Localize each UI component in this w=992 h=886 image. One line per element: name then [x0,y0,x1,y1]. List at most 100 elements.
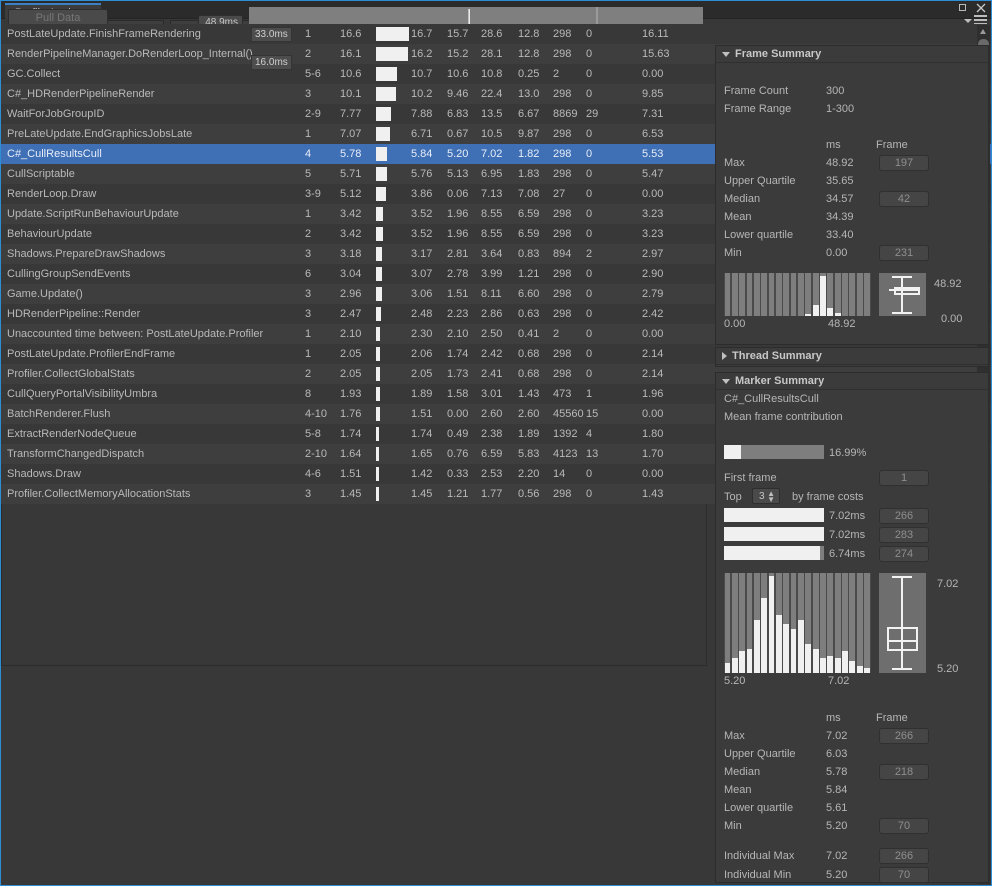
histogram-slot [790,273,797,316]
table-cell-median-bar [374,84,411,104]
table-cell-depth: 4-10 [305,408,328,420]
table-cell-median-bar [374,24,411,44]
table-cell-depth: 5-6 [305,68,321,80]
table-cell-min: 5.20 [447,148,469,160]
table-cell-median: 1.76 [340,408,362,420]
frame-summary-panel: Frame Summary Frame Count 300 Frame Rang… [715,45,989,345]
table-cell-at-median: 3.23 [642,228,664,240]
marker-summary-header[interactable]: Marker Summary [716,373,988,390]
histogram-slot [753,273,760,316]
table-cell-name: BatchRenderer.Flush [7,408,111,420]
table-cell-range: 0.41 [518,328,540,340]
maximize-icon[interactable] [957,2,969,14]
frame-stat-ms-min: 0.00 [826,247,848,259]
table-cell-median: 1.74 [340,428,362,440]
histogram-bar [805,644,812,673]
frame-summary-header[interactable]: Frame Summary [716,46,988,63]
top-frames-count-dropdown[interactable]: 3 ▲ ▼ [752,488,780,504]
table-cell-depth: 6 [305,268,312,280]
histogram-bar [820,658,826,673]
marker-summary-histogram[interactable] [724,573,871,673]
table-cell-at-median: 0.00 [642,408,664,420]
table-cell-depth: 4 [305,148,312,160]
median-bar [376,47,408,61]
table-cell-count: 298 [553,288,572,300]
marker-individual-max-label: Individual Max [724,850,795,862]
marker-stat-frame-min[interactable]: 70 [879,818,929,834]
marker-summary-col-ms: ms [826,712,841,724]
table-cell-min: 0.33 [447,468,469,480]
table-cell-max: 7.02 [481,148,503,160]
chevron-down-icon [964,19,972,23]
table-cell-at-median: 2.97 [642,248,664,260]
table-cell-median: 2.10 [340,328,362,340]
table-cell-count-mean: 0 [586,268,593,280]
top-frame-bar-2 [724,546,820,560]
table-cell-median-bar [374,244,411,264]
table-cell-min: 2.78 [447,268,469,280]
marker-stat-frame-median[interactable]: 218 [879,764,929,780]
chevron-right-icon [722,352,727,361]
table-cell-at-median: 5.53 [642,148,664,160]
table-cell-at-median: 2.90 [642,268,664,280]
marker-stat-ms-median: 5.78 [826,766,848,778]
frame-stat-frame-max[interactable]: 197 [879,155,929,171]
table-cell-range: 1.43 [518,388,540,400]
table-cell-count: 298 [553,28,572,40]
frame-stat-frame-median[interactable]: 42 [879,191,929,207]
table-cell-median: 1.93 [340,388,362,400]
median-bar [376,107,391,121]
frame-summary-histogram[interactable] [724,273,871,316]
table-cell-min: 0.06 [447,188,469,200]
table-cell-min: 1.21 [447,488,469,500]
table-cell-median: 2.05 [340,368,362,380]
table-cell-median-bar [374,344,411,364]
table-cell-count: 1392 [553,428,578,440]
marker-individual-max-frame[interactable]: 266 [879,848,929,864]
histogram-slot [864,573,870,673]
marker-stat-frame-max[interactable]: 266 [879,728,929,744]
table-cell-range: 1.21 [518,268,540,280]
close-icon[interactable] [975,2,987,14]
table-cell-range: 7.08 [518,188,540,200]
table-cell-median: 3.04 [340,268,362,280]
histogram-bar [798,620,804,673]
marker-individual-min-frame[interactable]: 70 [879,867,929,883]
table-cell-count-mean: 13 [586,448,599,460]
table-cell-min: 9.46 [447,88,469,100]
histogram-bar [864,668,870,673]
table-row[interactable]: PostLateUpdate.FinishFrameRendering 1 16.6… [1,24,991,44]
top-frame-number-1[interactable]: 283 [879,527,929,543]
table-cell-depth: 2-9 [305,108,321,120]
table-cell-at-median: 0.00 [642,468,664,480]
first-frame-value[interactable]: 1 [879,470,929,486]
table-cell-max: 22.4 [481,88,503,100]
histogram-slot [864,273,870,316]
table-cell-range: 1.82 [518,148,540,160]
table-cell-min: 0.67 [447,128,469,140]
scroll-up-arrow-icon[interactable] [980,29,986,34]
frame-stat-label-min: Min [724,247,742,259]
top-frame-number-2[interactable]: 274 [879,546,929,562]
table-cell-median: 1.51 [340,468,362,480]
table-cell-mean: 6.71 [411,128,433,140]
table-cell-depth: 8 [305,388,312,400]
frame-stat-ms-median: 34.57 [826,193,854,205]
table-cell-median-bar [374,104,411,124]
histogram-bar [849,661,856,673]
table-cell-count: 298 [553,128,572,140]
table-cell-median-bar [374,44,411,64]
table-cell-mean: 3.52 [411,208,433,220]
table-cell-count: 8869 [553,108,578,120]
thread-summary-header[interactable]: Thread Summary [716,348,988,365]
marker-individual-max-ms: 7.02 [826,850,848,862]
marker-contribution-percent: 16.99% [829,447,867,459]
thread-summary-panel[interactable]: Thread Summary [715,347,989,367]
histogram-bar [834,313,841,316]
table-cell-mean: 3.86 [411,188,433,200]
frame-stat-frame-min[interactable]: 231 [879,245,929,261]
first-frame-label: First frame [724,472,777,484]
table-cell-name: ExtractRenderNodeQueue [7,428,137,440]
top-frame-number-0[interactable]: 266 [879,508,929,524]
table-cell-at-median: 2.79 [642,288,664,300]
